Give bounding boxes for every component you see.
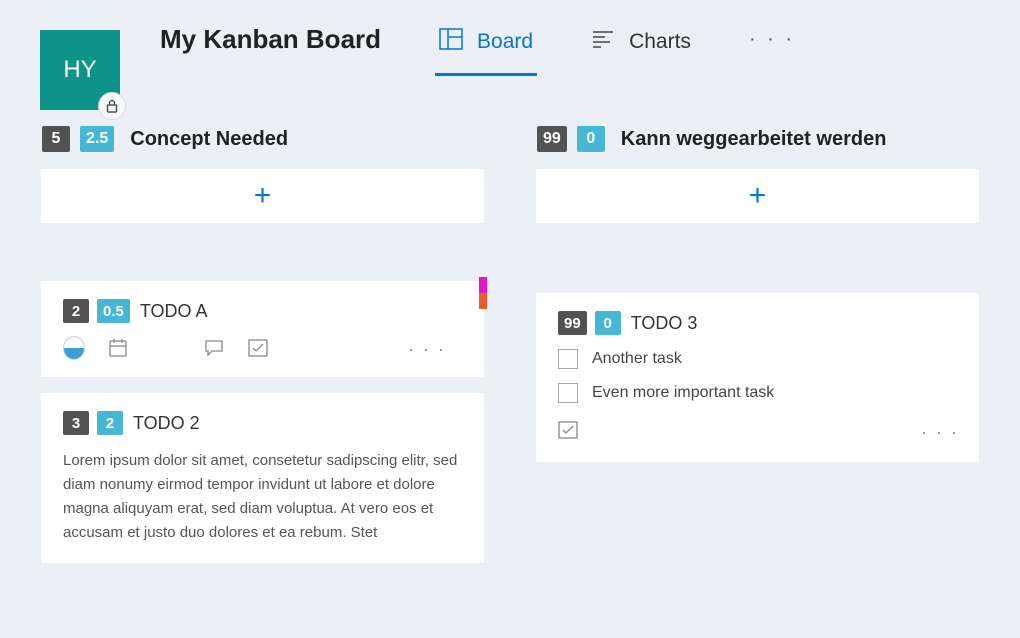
card-description: Lorem ipsum dolor sit amet, consetetur s… <box>63 449 464 545</box>
card-title: TODO 2 <box>133 413 200 434</box>
card-points-badge: 0.5 <box>97 299 130 323</box>
card-color-tags <box>479 277 487 309</box>
plus-icon: + <box>749 179 767 213</box>
column-count-badge: 5 <box>42 126 70 152</box>
task-label: Even more important task <box>592 384 774 402</box>
column-points-badge: 2.5 <box>80 126 114 152</box>
card-count-badge: 2 <box>63 299 89 323</box>
board: 5 2.5 Concept Needed + 2 0.5 TODO A <box>0 70 1020 564</box>
tab-board[interactable]: Board <box>435 22 537 76</box>
more-menu[interactable]: · · · <box>745 22 799 76</box>
task-checkbox[interactable] <box>558 349 578 369</box>
column-header: 99 0 Kann weggearbeitet werden <box>537 126 980 152</box>
plus-icon: + <box>254 179 272 213</box>
task-checkbox[interactable] <box>558 383 578 403</box>
task-item: Another task <box>558 349 959 369</box>
lock-icon <box>98 92 126 120</box>
checklist-icon[interactable] <box>558 421 578 444</box>
cards-list: 2 0.5 TODO A · · · <box>40 280 485 564</box>
card-todo-3[interactable]: 99 0 TODO 3 Another task Even more impor… <box>535 292 980 463</box>
column-concept-needed: 5 2.5 Concept Needed + 2 0.5 TODO A <box>40 126 485 564</box>
card-title: TODO 3 <box>631 313 698 334</box>
card-title: TODO A <box>140 301 208 322</box>
column-title: Kann weggearbeitet werden <box>621 128 887 151</box>
cards-list: 99 0 TODO 3 Another task Even more impor… <box>535 292 980 463</box>
card-count-badge: 3 <box>63 411 89 435</box>
checklist-icon[interactable] <box>247 337 269 359</box>
calendar-icon[interactable] <box>107 337 129 359</box>
task-item: Even more important task <box>558 383 959 403</box>
tabs: Board Charts · · · <box>435 22 799 76</box>
progress-icon[interactable] <box>63 337 85 359</box>
card-more-menu[interactable]: · · · <box>921 422 959 443</box>
card-header: 99 0 TODO 3 <box>558 311 959 335</box>
add-card-button[interactable]: + <box>535 168 980 224</box>
tab-label: Charts <box>629 30 691 54</box>
charts-icon <box>591 28 615 55</box>
card-more-menu[interactable]: · · · <box>408 339 446 360</box>
tab-charts[interactable]: Charts <box>587 22 695 76</box>
avatar-container[interactable]: HY <box>40 30 120 110</box>
task-list: Another task Even more important task <box>558 349 959 403</box>
header: HY My Kanban Board Board Charts · · · <box>0 0 1020 70</box>
card-points-badge: 2 <box>97 411 123 435</box>
card-todo-a[interactable]: 2 0.5 TODO A · · · <box>40 280 485 378</box>
card-header: 2 0.5 TODO A <box>63 299 464 323</box>
page-title: My Kanban Board <box>160 24 381 55</box>
tab-label: Board <box>477 30 533 54</box>
color-tag-magenta <box>479 277 487 293</box>
card-points-badge: 0 <box>595 311 621 335</box>
column-count-badge: 99 <box>537 126 567 152</box>
card-footer: · · · <box>558 421 959 444</box>
comment-icon[interactable] <box>203 337 225 359</box>
card-count-badge: 99 <box>558 311 587 335</box>
task-label: Another task <box>592 350 682 368</box>
column-title: Concept Needed <box>130 128 288 151</box>
color-tag-orange <box>479 293 487 309</box>
add-card-button[interactable]: + <box>40 168 485 224</box>
column-kann-weggearbeitet: 99 0 Kann weggearbeitet werden + 99 0 TO… <box>535 126 980 564</box>
column-header: 5 2.5 Concept Needed <box>42 126 485 152</box>
card-todo-2[interactable]: 3 2 TODO 2 Lorem ipsum dolor sit amet, c… <box>40 392 485 564</box>
board-icon <box>439 28 463 55</box>
card-icon-row: · · · <box>63 337 464 359</box>
column-points-badge: 0 <box>577 126 605 152</box>
card-header: 3 2 TODO 2 <box>63 411 464 435</box>
